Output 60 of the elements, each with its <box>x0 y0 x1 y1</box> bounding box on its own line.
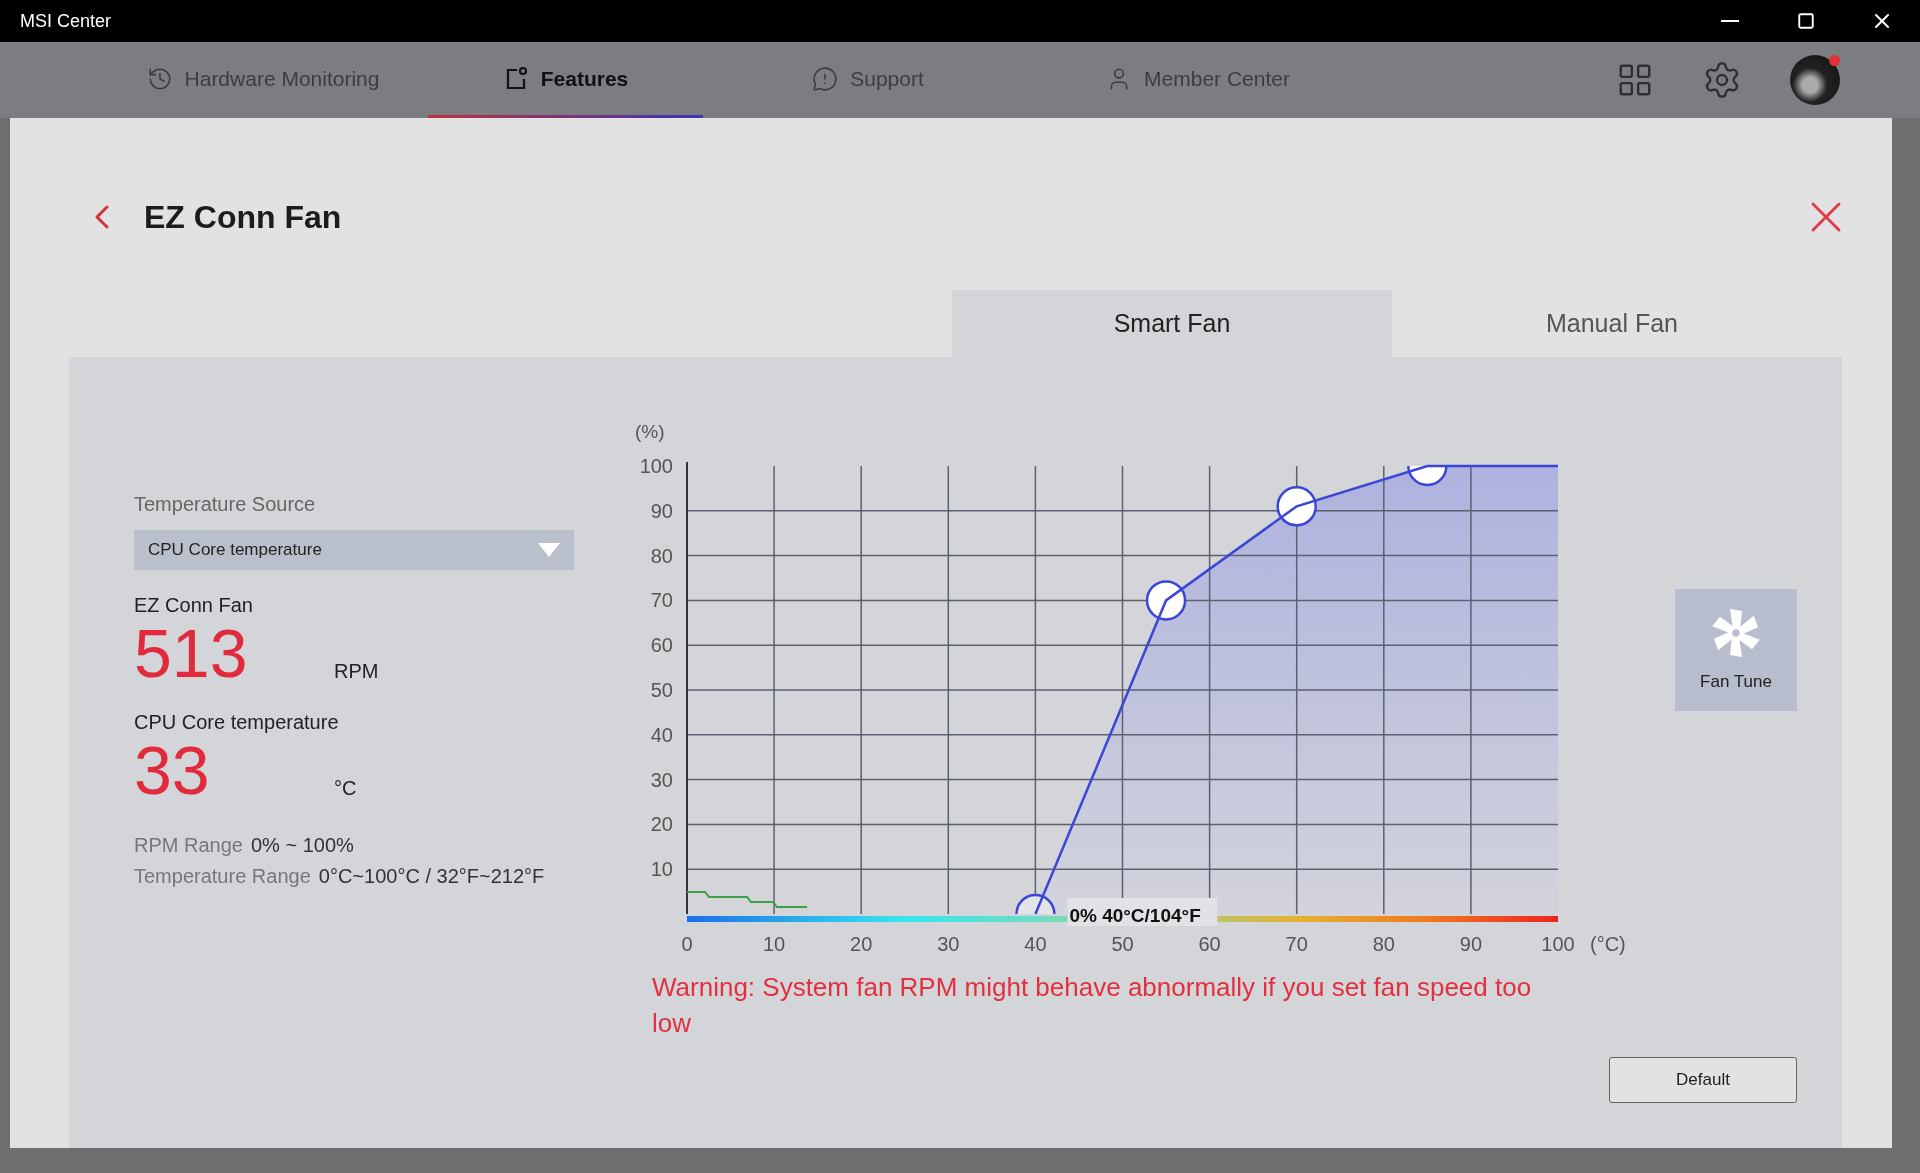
fan-name: EZ Conn Fan <box>134 594 254 617</box>
x-tick-label: 90 <box>1459 933 1483 955</box>
clock-icon <box>146 65 173 92</box>
nav-tab-label: Hardware Monitoring <box>184 66 380 91</box>
warning-bubble-icon <box>812 65 839 92</box>
nav-tab-label: Support <box>850 66 924 91</box>
y-axis-label: (%) <box>635 421 665 442</box>
curve-handle[interactable] <box>1015 893 1056 914</box>
x-tick-label: 0 <box>681 933 693 955</box>
curve-handle[interactable] <box>1407 466 1448 487</box>
y-tick-label: 30 <box>650 768 673 791</box>
fan-tune-button[interactable]: Fan Tune <box>1675 589 1797 711</box>
nav-tab[interactable]: Features <box>428 42 703 118</box>
temperature-source-dropdown[interactable]: CPU Core temperature <box>134 530 574 570</box>
caret-icon <box>538 543 560 557</box>
x-tick-label: 100 <box>1541 933 1575 955</box>
x-tick-label: 80 <box>1372 933 1395 955</box>
warning-text: Warning: System fan RPM might behave abnormally if you set fan speed too low <box>652 971 1533 1040</box>
y-tick-label: 70 <box>650 589 673 612</box>
y-tick-label: 80 <box>650 544 673 567</box>
curve-handle[interactable] <box>1276 486 1317 527</box>
window-title: MSI Center <box>20 10 113 32</box>
curve-handle[interactable] <box>1145 580 1187 621</box>
temperature-unit: °C <box>334 777 357 800</box>
y-tick-label: 10 <box>650 858 673 881</box>
mode-tab[interactable]: Manual Fan <box>1392 290 1832 357</box>
y-tick-label: 50 <box>650 679 673 701</box>
temperature-name: CPU Core temperature <box>134 711 340 734</box>
range-label: RPM Range <box>134 834 243 857</box>
y-tick-label: 60 <box>650 634 673 657</box>
x-tick-label: 40 <box>1024 933 1047 955</box>
nav-tab-label: Member Center <box>1144 66 1290 91</box>
y-tick-label: 20 <box>650 813 673 836</box>
range-label: Temperature Range <box>134 865 311 888</box>
x-tick-label: 60 <box>1198 933 1221 955</box>
point-readout: 0% 40°C/104°F <box>1069 905 1201 926</box>
page-title: EZ Conn Fan <box>144 198 343 236</box>
x-tick-label: 50 <box>1111 933 1134 955</box>
minimize-icon <box>1721 20 1739 22</box>
mode-tab[interactable]: Smart Fan <box>952 290 1392 357</box>
maximize-icon <box>1797 12 1815 30</box>
x-tick-label: 20 <box>850 933 873 955</box>
y-tick-label: 40 <box>650 723 673 746</box>
range-value: 0°C~100°C / 32°F~212°F <box>318 865 545 888</box>
x-axis-label: (°C) <box>1590 933 1626 955</box>
y-tick-label: 100 <box>639 455 673 477</box>
rpm-value: 513 <box>134 619 249 687</box>
x-tick-label: 30 <box>937 933 960 955</box>
x-tick-label: 70 <box>1285 933 1308 955</box>
rpm-unit: RPM <box>334 660 379 683</box>
x-tick-label: 10 <box>762 933 786 955</box>
avatar[interactable] <box>1790 55 1840 105</box>
notification-dot <box>1829 55 1840 66</box>
range-value: 0% ~ 100% <box>250 834 354 857</box>
source-label: Temperature Source <box>134 493 317 516</box>
y-tick-label: 90 <box>650 499 673 522</box>
temperature-value: 33 <box>134 736 211 804</box>
nav-tab-label: Features <box>540 66 629 91</box>
fan-icon <box>1711 608 1761 658</box>
default-button[interactable]: Default <box>1609 1057 1797 1103</box>
